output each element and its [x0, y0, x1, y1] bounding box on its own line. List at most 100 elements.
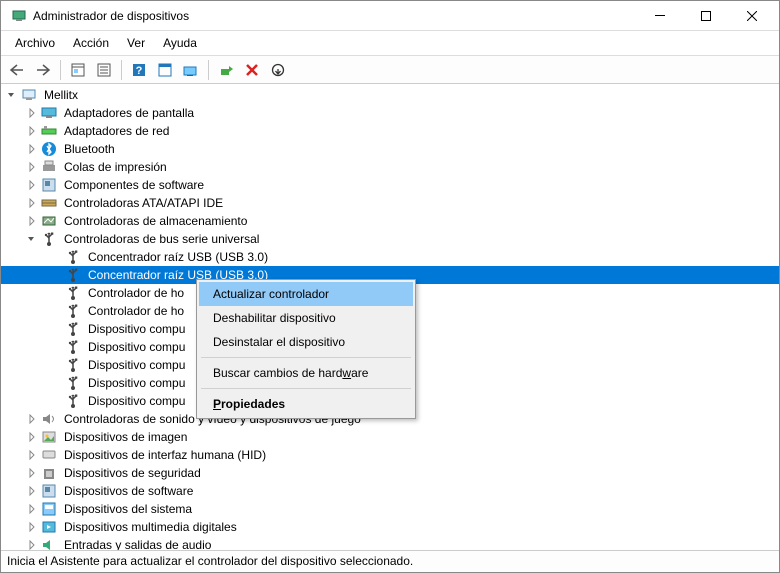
disable-button[interactable] — [266, 58, 290, 82]
expand-arrow-icon[interactable] — [25, 196, 39, 210]
expand-arrow-icon[interactable] — [25, 160, 39, 174]
tree-category-label: Entradas y salidas de audio — [61, 537, 214, 550]
tree-category[interactable]: Dispositivos de imagen — [1, 428, 779, 446]
properties-button[interactable] — [92, 58, 116, 82]
sec-icon — [41, 465, 57, 481]
expand-arrow-icon[interactable] — [25, 448, 39, 462]
tree-category[interactable]: Dispositivos multimedia digitales — [1, 518, 779, 536]
scan-hardware-button[interactable] — [179, 58, 203, 82]
menu-file[interactable]: Archivo — [7, 33, 63, 53]
expand-arrow-icon[interactable] — [25, 538, 39, 550]
usb-device-icon — [65, 357, 81, 373]
tree-device-label: Dispositivo compu — [85, 357, 188, 373]
update-driver-button[interactable] — [214, 58, 238, 82]
tree-category[interactable]: Controladoras ATA/ATAPI IDE — [1, 194, 779, 212]
tree-category-label: Dispositivos multimedia digitales — [61, 519, 240, 535]
image-icon — [41, 429, 57, 445]
menu-view[interactable]: Ver — [119, 33, 153, 53]
tree-device-label: Concentrador raíz USB (USB 3.0) — [85, 249, 271, 265]
audio-icon — [41, 537, 57, 550]
ctx-properties[interactable]: Propiedades — [199, 392, 413, 416]
help-button[interactable]: ? — [127, 58, 151, 82]
tree-category-label: Adaptadores de red — [61, 123, 172, 139]
expand-arrow-icon[interactable] — [25, 484, 39, 498]
usb-device-icon — [65, 285, 81, 301]
ctx-disable-device[interactable]: Deshabilitar dispositivo — [199, 306, 413, 330]
app-icon — [11, 8, 27, 24]
sw-icon — [41, 483, 57, 499]
tree-category-label: Adaptadores de pantalla — [61, 105, 197, 121]
tree-category[interactable]: Controladoras de bus serie universal — [1, 230, 779, 248]
ctx-separator — [201, 388, 411, 389]
expand-arrow-icon[interactable] — [25, 178, 39, 192]
display-icon — [41, 105, 57, 121]
maximize-button[interactable] — [683, 1, 729, 31]
tree-device-label: Controlador de ho — [85, 285, 187, 301]
toolbar-separator — [60, 60, 61, 80]
title-bar: Administrador de dispositivos — [1, 1, 779, 31]
ctx-uninstall-device[interactable]: Desinstalar el dispositivo — [199, 330, 413, 354]
tree-category-label: Colas de impresión — [61, 159, 170, 175]
toolbar-separator — [208, 60, 209, 80]
tree-category[interactable]: Adaptadores de red — [1, 122, 779, 140]
usb-device-icon — [65, 303, 81, 319]
tree-category[interactable]: Dispositivos del sistema — [1, 500, 779, 518]
expand-arrow-icon[interactable] — [25, 106, 39, 120]
minimize-button[interactable] — [637, 1, 683, 31]
uninstall-button[interactable] — [240, 58, 264, 82]
action-button[interactable] — [153, 58, 177, 82]
tree-category-label: Dispositivos de imagen — [61, 429, 190, 445]
show-hide-tree-button[interactable] — [66, 58, 90, 82]
tree-category[interactable]: Dispositivos de seguridad — [1, 464, 779, 482]
expand-arrow-icon[interactable] — [25, 124, 39, 138]
close-button[interactable] — [729, 1, 775, 31]
ctx-update-driver[interactable]: Actualizar controlador — [199, 282, 413, 306]
tree-root-label: Mellitx — [41, 87, 81, 103]
menu-help[interactable]: Ayuda — [155, 33, 205, 53]
expand-arrow-icon[interactable] — [25, 142, 39, 156]
tree-category[interactable]: Adaptadores de pantalla — [1, 104, 779, 122]
expand-arrow-icon[interactable] — [25, 412, 39, 426]
tree-device-label: Dispositivo compu — [85, 393, 188, 409]
tree-category-label: Dispositivos de software — [61, 483, 196, 499]
expand-arrow-icon[interactable] — [25, 232, 39, 246]
expand-arrow-icon[interactable] — [25, 214, 39, 228]
tree-category-label: Dispositivos del sistema — [61, 501, 195, 517]
expand-arrow-icon[interactable] — [25, 520, 39, 534]
toolbar-separator — [121, 60, 122, 80]
system-icon — [41, 501, 57, 517]
tree-category[interactable]: Bluetooth — [1, 140, 779, 158]
sw-icon — [41, 177, 57, 193]
menu-bar: Archivo Acción Ver Ayuda — [1, 31, 779, 56]
tree-category[interactable]: Entradas y salidas de audio — [1, 536, 779, 550]
back-button[interactable] — [5, 58, 29, 82]
tree-category-label: Dispositivos de interfaz humana (HID) — [61, 447, 269, 463]
usb-device-icon — [65, 321, 81, 337]
tree-category-label: Dispositivos de seguridad — [61, 465, 204, 481]
forward-button[interactable] — [31, 58, 55, 82]
tree-device-label: Dispositivo compu — [85, 321, 188, 337]
usb-device-icon — [65, 393, 81, 409]
expand-arrow-icon[interactable] — [25, 502, 39, 516]
tree-device[interactable]: Concentrador raíz USB (USB 3.0) — [1, 248, 779, 266]
expand-arrow-icon[interactable] — [5, 88, 19, 102]
tree-root[interactable]: Mellitx — [1, 86, 779, 104]
menu-action[interactable]: Acción — [65, 33, 117, 53]
expand-arrow-icon[interactable] — [25, 430, 39, 444]
sound-icon — [41, 411, 57, 427]
tree-category-label: Controladoras ATA/ATAPI IDE — [61, 195, 226, 211]
tree-category[interactable]: Controladoras de almacenamiento — [1, 212, 779, 230]
tree-category-label: Componentes de software — [61, 177, 207, 193]
usb-device-icon — [65, 375, 81, 391]
ctx-scan-hardware[interactable]: Buscar cambios de hardware — [199, 361, 413, 385]
expand-arrow-icon[interactable] — [25, 466, 39, 480]
tree-device-label: Dispositivo compu — [85, 339, 188, 355]
tree-category[interactable]: Componentes de software — [1, 176, 779, 194]
status-bar: Inicia el Asistente para actualizar el c… — [1, 550, 779, 572]
usb-icon — [41, 231, 57, 247]
bt-icon — [41, 141, 57, 157]
context-menu: Actualizar controlador Deshabilitar disp… — [196, 279, 416, 419]
tree-category[interactable]: Dispositivos de interfaz humana (HID) — [1, 446, 779, 464]
tree-category[interactable]: Colas de impresión — [1, 158, 779, 176]
tree-category[interactable]: Dispositivos de software — [1, 482, 779, 500]
